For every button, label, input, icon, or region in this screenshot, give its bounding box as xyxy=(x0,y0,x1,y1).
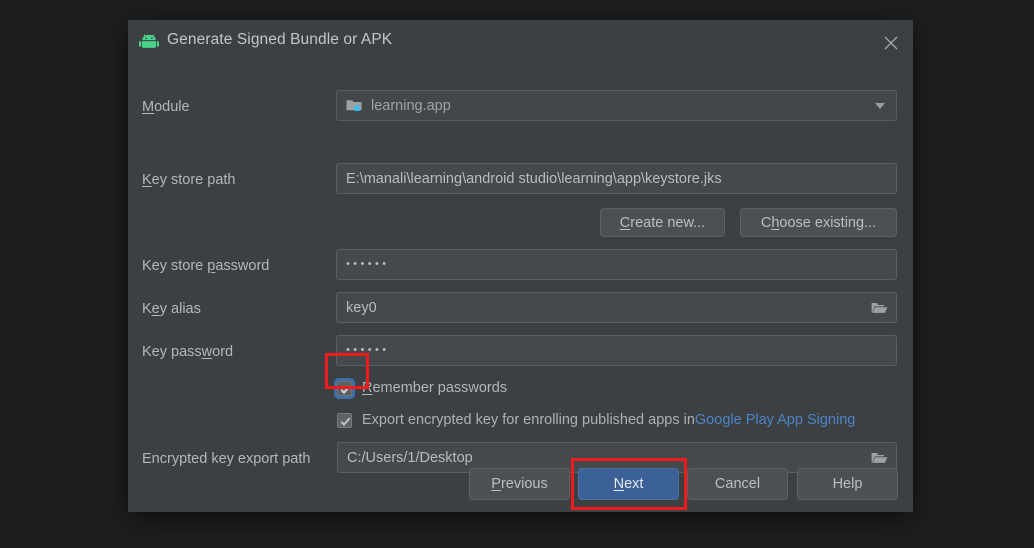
remember-passwords-row[interactable]: Remember passwords xyxy=(337,380,507,396)
export-encrypted-key-row[interactable]: Export encrypted key for enrolling publi… xyxy=(337,412,855,428)
key-store-path-input[interactable]: E:\manali\learning\android studio\learni… xyxy=(336,163,897,194)
key-alias-value: key0 xyxy=(346,299,377,316)
module-label: Module xyxy=(142,99,190,115)
key-alias-input[interactable]: key0 xyxy=(336,292,897,323)
generate-signed-bundle-dialog: Generate Signed Bundle or APK Module lea… xyxy=(128,20,913,512)
export-encrypted-key-label: Export encrypted key for enrolling publi… xyxy=(362,412,695,428)
next-label: Next xyxy=(613,476,644,492)
folder-icon[interactable] xyxy=(871,451,888,465)
key-password-label: Key password xyxy=(142,344,234,360)
key-store-password-value: •••••• xyxy=(346,257,390,270)
key-password-input[interactable]: •••••• xyxy=(336,335,897,366)
chevron-down-icon[interactable] xyxy=(875,102,885,109)
encrypted-key-export-path-value: C:/Users/1/Desktop xyxy=(347,449,473,466)
module-folder-icon xyxy=(346,98,363,113)
folder-icon[interactable] xyxy=(871,301,888,315)
remember-passwords-label: Remember passwords xyxy=(362,380,508,396)
create-new-button[interactable]: Create new... xyxy=(600,208,725,237)
key-store-password-label: Key store password xyxy=(142,258,270,274)
close-icon[interactable] xyxy=(879,31,903,55)
key-store-path-label: Key store path xyxy=(142,172,236,188)
previous-button[interactable]: Previous xyxy=(469,468,570,500)
create-new-label: Create new... xyxy=(619,214,706,231)
export-encrypted-key-checkbox[interactable] xyxy=(337,412,352,428)
android-robot-icon xyxy=(139,34,159,50)
google-play-app-signing-link[interactable]: Google Play App Signing xyxy=(695,412,855,428)
dialog-title: Generate Signed Bundle or APK xyxy=(167,31,393,48)
key-store-path-value: E:\manali\learning\android studio\learni… xyxy=(346,170,722,187)
previous-label: Previous xyxy=(491,476,548,492)
choose-existing-label: Choose existing... xyxy=(760,214,877,231)
help-button[interactable]: Help xyxy=(797,468,898,500)
cancel-button[interactable]: Cancel xyxy=(687,468,788,500)
key-alias-label: Key alias xyxy=(142,301,201,317)
next-button[interactable]: Next xyxy=(578,468,679,500)
key-store-password-input[interactable]: •••••• xyxy=(336,249,897,280)
module-combobox[interactable]: learning.app xyxy=(336,90,897,121)
dialog-titlebar: Generate Signed Bundle or APK xyxy=(128,20,913,64)
key-password-value: •••••• xyxy=(346,343,390,356)
choose-existing-button[interactable]: Choose existing... xyxy=(740,208,897,237)
help-label: Help xyxy=(832,476,863,492)
module-value: learning.app xyxy=(371,97,451,114)
remember-passwords-checkbox[interactable] xyxy=(337,380,352,396)
encrypted-key-export-path-label: Encrypted key export path xyxy=(142,451,311,467)
cancel-label: Cancel xyxy=(714,476,761,492)
